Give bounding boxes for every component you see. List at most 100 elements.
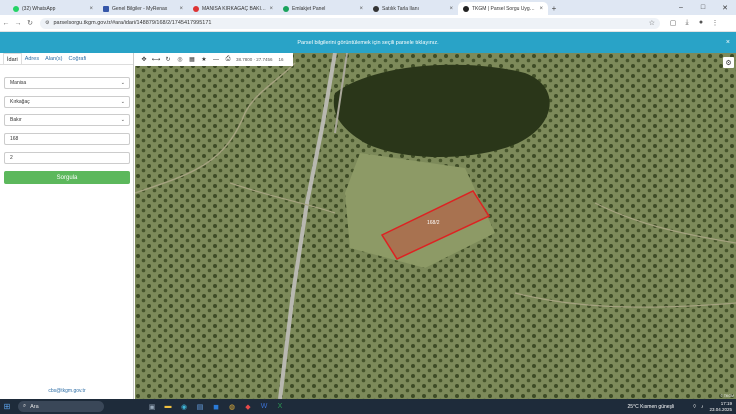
parcel-input[interactable]: 2 — [4, 152, 130, 164]
taskbar-search[interactable]: ⌕ Ara — [18, 401, 104, 412]
province-select[interactable]: Manisa ⌄ — [4, 77, 130, 89]
satellite-map[interactable]: ✥ ⟷ ↻ ◎ ▦ ★ ― ⎙ 38.7800 · 27.7456 16 ⚙ 1… — [135, 53, 736, 399]
bookmark-star-icon[interactable]: ☆ — [649, 19, 655, 27]
extensions-icon[interactable]: ▢ — [666, 19, 680, 27]
zoom-level: 16 — [278, 57, 284, 62]
new-tab-icon[interactable]: + — [548, 2, 560, 15]
download-icon[interactable]: ⤓ — [680, 19, 694, 27]
date: 23.04.2025 — [709, 406, 732, 412]
pan-icon[interactable]: ✥ — [138, 56, 150, 63]
task-view-icon[interactable]: ▣ — [144, 399, 160, 414]
globe-icon — [373, 5, 379, 12]
taskbar-apps: ▣ ▬ ◉ ▤ ◼ ◍ ◆ W X — [144, 399, 288, 414]
browser-toolbar: ← → ↻ ⚙ parselsorgu.tkgm.gov.tr/#ara/ida… — [0, 15, 736, 32]
outlook-icon[interactable]: ◼ — [208, 399, 224, 414]
minimize-icon[interactable]: – — [670, 0, 692, 15]
close-tab-icon[interactable]: × — [269, 6, 273, 12]
tab-label: TKGM | Parsel Sorgu Uygulama — [472, 5, 538, 12]
parcel-value: 2 — [10, 155, 13, 161]
refresh-icon[interactable]: ↻ — [162, 56, 174, 63]
volume-icon[interactable]: ♪ — [701, 404, 704, 410]
word-icon[interactable]: W — [256, 399, 272, 414]
tab-cografi[interactable]: Coğrafi — [66, 53, 90, 64]
file-explorer-icon[interactable]: ▬ — [160, 399, 176, 414]
myrenax-icon — [103, 5, 109, 12]
whatsapp-icon — [13, 5, 19, 12]
district-select[interactable]: Kırkağaç ⌄ — [4, 96, 130, 108]
info-banner: Parsel bilgilerini görüntülemek için seç… — [0, 32, 736, 53]
tab-alan[interactable]: Alan(s) — [42, 53, 65, 64]
wifi-icon[interactable]: ⌔ — [692, 404, 697, 410]
chevron-down-icon: ⌄ — [120, 80, 125, 86]
search-label: Ara — [30, 403, 39, 410]
window-controls: – □ ✕ — [670, 0, 736, 15]
banner-text: Parsel bilgilerini görüntülemek için seç… — [297, 39, 439, 46]
browser-tab[interactable]: Emlakjet Panel × — [278, 2, 368, 15]
browser-tab[interactable]: (32) WhatsApp × — [8, 2, 98, 15]
district-value: Kırkağaç — [10, 99, 30, 105]
forward-icon[interactable]: → — [12, 20, 24, 27]
block-input[interactable]: 168 — [4, 133, 130, 145]
tab-label: MANISA KIRKAĞAÇ BAKIR'DA — [202, 5, 268, 12]
chrome-icon[interactable]: ◍ — [224, 399, 240, 414]
line-icon[interactable]: ― — [210, 57, 222, 63]
emlakjet-icon — [283, 5, 289, 12]
tab-idari[interactable]: İdari — [3, 53, 22, 64]
close-tab-icon[interactable]: × — [179, 6, 183, 12]
browser-tab[interactable]: Genel Bilgiler - MyRenax × — [98, 2, 188, 15]
neighborhood-value: Bakır — [10, 117, 22, 123]
close-tab-icon[interactable]: × — [539, 6, 543, 12]
tab-label: Emlakjet Panel — [292, 5, 326, 12]
browser-tab[interactable]: MANISA KIRKAĞAÇ BAKIR'DA × — [188, 2, 278, 15]
site-info-icon[interactable]: ⚙ — [45, 20, 49, 26]
map-toolbar: ✥ ⟷ ↻ ◎ ▦ ★ ― ⎙ 38.7800 · 27.7456 16 — [135, 53, 293, 66]
locate-icon[interactable]: ◎ — [174, 56, 186, 63]
tab-label: Genel Bilgiler - MyRenax — [112, 5, 168, 12]
query-button[interactable]: Sorgula — [4, 171, 130, 184]
layers-icon[interactable]: ▦ — [186, 56, 198, 63]
gear-icon[interactable]: ⚙ — [723, 57, 734, 68]
close-window-icon[interactable]: ✕ — [714, 0, 736, 15]
close-tab-icon[interactable]: × — [449, 6, 453, 12]
province-value: Manisa — [10, 80, 27, 86]
query-tabs: İdari Adres Alan(s) Coğrafi — [0, 53, 133, 65]
browser-tab-active[interactable]: TKGM | Parsel Sorgu Uygulama × — [458, 2, 548, 15]
excel-icon[interactable]: X — [272, 399, 288, 414]
menu-icon[interactable]: ⋮ — [708, 19, 722, 27]
parcel-label: 168/2 — [427, 220, 440, 226]
coordinates-readout: 38.7800 · 27.7456 — [236, 57, 273, 62]
windows-taskbar: ⊞ ⌕ Ara ▣ ▬ ◉ ▤ ◼ ◍ ◆ W X 25°C Kısmen gü… — [0, 399, 736, 414]
favorite-icon[interactable]: ★ — [198, 56, 210, 63]
windows-start-icon[interactable]: ⊞ — [0, 399, 14, 414]
close-tab-icon[interactable]: × — [89, 6, 93, 12]
clock[interactable]: 17:19 23.04.2025 — [709, 401, 732, 413]
query-sidebar: İdari Adres Alan(s) Coğrafi Manisa ⌄ Kır… — [0, 53, 134, 399]
contact-email-link[interactable]: cbs@tkgm.gov.tr — [0, 388, 134, 394]
weather-widget[interactable]: 25°C Kısmen güneşli — [628, 404, 675, 410]
store-icon[interactable]: ▤ — [192, 399, 208, 414]
tab-label: Satılık Tarla İlanı — [382, 5, 419, 12]
back-icon[interactable]: ← — [0, 20, 12, 27]
close-tab-icon[interactable]: × — [359, 6, 363, 12]
close-icon[interactable]: × — [726, 39, 730, 46]
maximize-icon[interactable]: □ — [692, 0, 714, 15]
system-tray: 25°C Kısmen güneşli ⌔ ♪ 17:19 23.04.2025 — [628, 399, 732, 414]
chevron-down-icon: ⌄ — [120, 117, 125, 123]
app-icon[interactable]: ◆ — [240, 399, 256, 414]
url-text: parselsorgu.tkgm.gov.tr/#ara/idari/14887… — [53, 20, 212, 26]
print-icon[interactable]: ⎙ — [222, 56, 234, 63]
edge-icon[interactable]: ◉ — [176, 399, 192, 414]
map-pin-icon — [463, 5, 469, 12]
satellite-imagery — [135, 53, 736, 399]
tab-label: (32) WhatsApp — [22, 5, 56, 12]
neighborhood-select[interactable]: Bakır ⌄ — [4, 114, 130, 126]
profile-icon[interactable]: ● — [694, 19, 708, 27]
browser-tab[interactable]: Satılık Tarla İlanı × — [368, 2, 458, 15]
tab-adres[interactable]: Adres — [22, 53, 42, 64]
block-value: 168 — [10, 136, 19, 142]
measure-icon[interactable]: ⟷ — [150, 56, 162, 63]
reload-icon[interactable]: ↻ — [24, 19, 36, 27]
address-bar[interactable]: ⚙ parselsorgu.tkgm.gov.tr/#ara/idari/148… — [40, 17, 660, 29]
sahibinden-icon — [193, 5, 199, 12]
map-attribution: © TKGM — [720, 394, 734, 398]
